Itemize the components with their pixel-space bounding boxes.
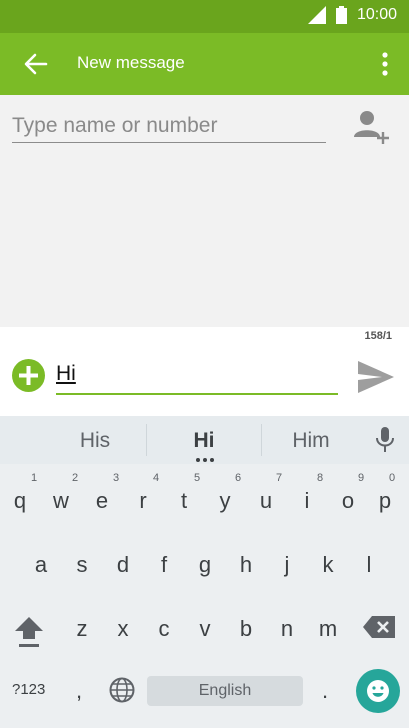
suggestion-right[interactable]: Him [266,429,356,453]
compose-area: 158/1 Hi [0,327,409,416]
key-hint: 9 [357,472,365,484]
key-f[interactable]: f [149,552,179,578]
key-n[interactable]: n [272,616,302,642]
key-hint: 8 [316,472,324,484]
more-options-icon[interactable] [381,50,389,78]
signal-icon [307,6,326,24]
recipient-input[interactable] [12,109,326,143]
suggestion-strip: His Hi Him [0,416,409,464]
period-key[interactable]: . [322,678,328,704]
backspace-icon[interactable] [362,615,396,639]
key-q[interactable]: q [5,488,35,514]
key-y[interactable]: y [210,488,240,514]
key-l[interactable]: l [354,552,384,578]
suggestion-divider [146,424,147,456]
suggestion-center[interactable]: Hi [159,429,249,453]
key-b[interactable]: b [231,616,261,642]
add-contact-icon[interactable] [352,109,390,145]
key-r[interactable]: r [128,488,158,514]
character-counter: 158/1 [364,330,392,342]
key-hint: 2 [71,472,79,484]
globe-icon[interactable] [109,677,135,703]
key-i[interactable]: i [292,488,322,514]
battery-icon [335,6,347,24]
message-input[interactable]: Hi [56,358,338,395]
more-suggestions-icon[interactable] [196,458,214,462]
page-title: New message [77,53,185,72]
key-e[interactable]: e [87,488,117,514]
key-a[interactable]: a [26,552,56,578]
key-x[interactable]: x [108,616,138,642]
key-hint: 1 [30,472,38,484]
comma-key[interactable]: , [76,678,82,704]
message-text: Hi [56,362,76,385]
key-s[interactable]: s [67,552,97,578]
key-h[interactable]: h [231,552,261,578]
key-v[interactable]: v [190,616,220,642]
keyboard: 1 q 2 w 3 e 4 r 5 t 6 y 7 u 8 i 9 o 0 p … [0,464,409,728]
microphone-icon[interactable] [375,427,395,453]
key-g[interactable]: g [190,552,220,578]
key-k[interactable]: k [313,552,343,578]
key-hint: 6 [234,472,242,484]
status-bar: 10:00 [0,0,409,33]
key-hint: 0 [388,472,396,484]
status-time: 10:00 [356,6,397,23]
key-w[interactable]: w [46,488,76,514]
key-t[interactable]: t [169,488,199,514]
key-hint: 4 [152,472,160,484]
key-hint: 7 [275,472,283,484]
key-p[interactable]: p [370,488,400,514]
suggestion-divider [261,424,262,456]
suggestion-left[interactable]: His [50,429,140,453]
shift-key-icon[interactable] [14,614,44,650]
key-z[interactable]: z [67,616,97,642]
key-u[interactable]: u [251,488,281,514]
space-key[interactable]: English [147,676,303,706]
symbols-key[interactable]: ?123 [12,681,45,698]
emoji-button[interactable] [356,669,400,713]
key-hint: 3 [112,472,120,484]
recipient-area [0,95,409,327]
key-c[interactable]: c [149,616,179,642]
app-bar: New message [0,33,409,95]
key-hint: 5 [193,472,201,484]
key-m[interactable]: m [313,616,343,642]
add-attachment-icon[interactable] [12,359,45,392]
send-icon[interactable] [356,359,396,395]
key-o[interactable]: o [333,488,363,514]
back-arrow-icon[interactable] [22,50,50,78]
smiley-icon [367,680,389,702]
key-d[interactable]: d [108,552,138,578]
key-j[interactable]: j [272,552,302,578]
